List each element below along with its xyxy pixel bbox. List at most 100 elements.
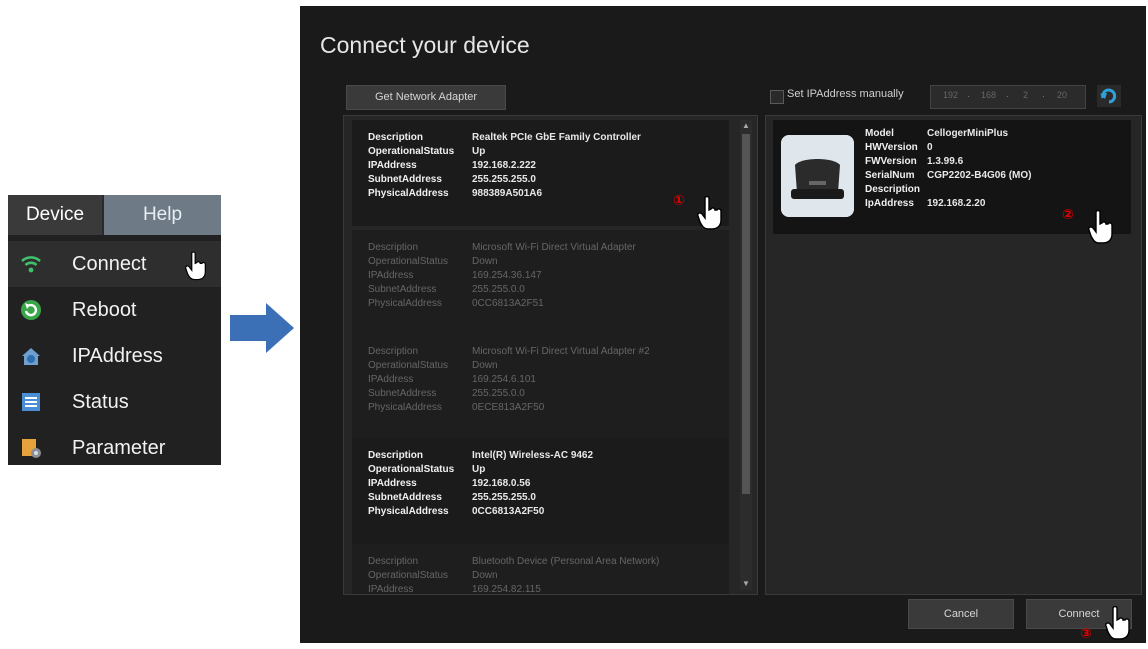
field-label: SerialNum [865,170,915,181]
refresh-icon[interactable] [1097,85,1121,107]
device-list[interactable]: Model CellogerMiniPlus HWVersion 0 FWVersi… [765,115,1142,595]
step-marker: ① [673,192,685,208]
menu-tab-help[interactable]: Help [104,195,221,235]
field-label: IPAddress [368,270,414,281]
field-label: Description [368,556,419,567]
field-value: 169.254.6.101 [472,374,536,385]
field-value: CellogerMiniPlus [927,128,1009,139]
device-card[interactable]: Model CellogerMiniPlus HWVersion 0 FWVersi… [773,120,1131,234]
field-value: 988389A501A6 [472,188,543,199]
field-value: 0 [927,142,933,153]
adapter-list-scrollbar[interactable]: ▲ ▼ [740,120,752,590]
scroll-up-icon[interactable]: ▲ [742,122,750,130]
get-network-adapter-button[interactable]: Get Network Adapter [346,85,506,110]
ip-segment: 168 [981,90,997,100]
field-label: Description [865,184,921,195]
step-marker: ② [1062,206,1074,222]
field-value: Down [472,360,498,371]
field-value: 255.255.255.0 [472,174,536,185]
field-value: 0CC6813A2F50 [472,506,545,517]
ip-address-input[interactable]: 192 . 168 . 2 . 20 [930,85,1086,109]
pointer-hand-icon [1088,210,1113,244]
menu-item-connect[interactable]: Connect [8,241,221,287]
field-label: IPAddress [368,478,417,489]
field-value: 1.3.99.6 [927,156,964,167]
pointer-hand-icon [697,196,722,230]
adapter-card-bluetooth[interactable]: Description Bluetooth Device (Personal Ar… [352,544,729,595]
field-value: Microsoft Wi-Fi Direct Virtual Adapter [472,242,636,253]
pointer-hand-icon [185,251,206,281]
wifi-icon [21,256,41,273]
menu-item-ipaddress[interactable]: IPAddress [8,333,221,379]
field-label: Model [865,128,894,139]
field-label: PhysicalAddress [368,298,442,309]
field-value: Intel(R) Wireless-AC 9462 [472,450,594,461]
field-label: OperationalStatus [368,256,449,267]
set-ip-manually-checkbox[interactable] [770,90,784,104]
field-value: Bluetooth Device (Personal Area Network) [472,556,660,567]
status-icon [22,393,40,411]
pointer-hand-icon [1105,606,1130,640]
ip-dot: . [967,89,970,100]
field-label: OperationalStatus [368,146,455,157]
field-value: 255.255.0.0 [472,388,525,399]
field-value: Microsoft Wi-Fi Direct Virtual Adapter #… [472,346,650,357]
field-label: HWVersion [865,142,918,153]
adapter-card-realtek[interactable]: Description Realtek PCIe GbE Family Contr… [352,120,729,226]
set-ip-manually-label: Set IPAddress manually [787,88,904,100]
menu-item-label: Reboot [72,299,137,321]
field-label: IpAddress [865,198,914,209]
field-value: 169.254.82.115 [472,584,541,595]
adapter-card-wifi-direct-2[interactable]: Description Microsoft Wi-Fi Direct Virtua… [352,334,729,440]
field-label: Description [368,346,419,357]
dialog-title: Connect your device [320,32,530,58]
field-value: 192.168.0.56 [472,478,531,489]
menu-item-status[interactable]: Status [8,379,221,425]
field-value: Down [472,570,498,581]
network-adapter-list[interactable]: Description Realtek PCIe GbE Family Contr… [343,115,758,595]
field-label: OperationalStatus [368,464,455,475]
field-label: IPAddress [368,584,414,595]
ipaddress-icon [22,348,40,365]
menu-tab-device[interactable]: Device [8,195,102,235]
field-value: CGP2202-B4G06 (MO) [927,170,1032,181]
field-label: PhysicalAddress [368,188,449,199]
field-label: Description [368,242,419,253]
adapter-card-intel-wireless[interactable]: Description Intel(R) Wireless-AC 9462 Ope… [352,438,729,544]
field-label: IPAddress [368,160,417,171]
menu-item-label: Status [72,391,129,413]
cancel-button[interactable]: Cancel [908,599,1014,629]
field-label: PhysicalAddress [368,402,442,413]
menu-item-label: Connect [72,253,147,275]
field-label: FWVersion [865,156,917,167]
field-label: OperationalStatus [368,360,449,371]
scrollbar-thumb[interactable] [742,134,750,494]
menu-bar: Device Help [8,195,221,235]
field-value: 255.255.255.0 [472,492,536,503]
field-label: SubnetAddress [368,388,437,399]
ip-segment: 2 [1023,90,1029,100]
ip-segment: 192 [943,90,959,100]
field-value: 192.168.2.20 [927,198,986,209]
field-value: 169.254.36.147 [472,270,542,281]
ip-dot: . [1042,89,1045,100]
field-label: SubnetAddress [368,492,442,503]
menu-item-parameter[interactable]: Parameter [8,425,221,471]
reboot-icon [21,300,41,320]
step-marker: ③ [1080,625,1092,641]
field-label: PhysicalAddress [368,506,449,517]
connect-dialog: Connect your device Get Network Adapter … [300,6,1146,643]
field-value: Up [472,146,486,157]
field-value: 0ECE813A2F50 [472,402,545,413]
menu-item-label: Parameter [72,437,166,459]
field-label: Description [368,132,424,143]
field-label: IPAddress [368,374,414,385]
arrow-right-icon [230,303,294,353]
field-value: 192.168.2.222 [472,160,536,171]
field-value: 0CC6813A2F51 [472,298,544,309]
scroll-down-icon[interactable]: ▼ [742,580,750,588]
adapter-card-wifi-direct[interactable]: Description Microsoft Wi-Fi Direct Virtua… [352,230,729,336]
menu-item-reboot[interactable]: Reboot [8,287,221,333]
menu-item-label: IPAddress [72,345,163,367]
field-label: OperationalStatus [368,570,449,581]
